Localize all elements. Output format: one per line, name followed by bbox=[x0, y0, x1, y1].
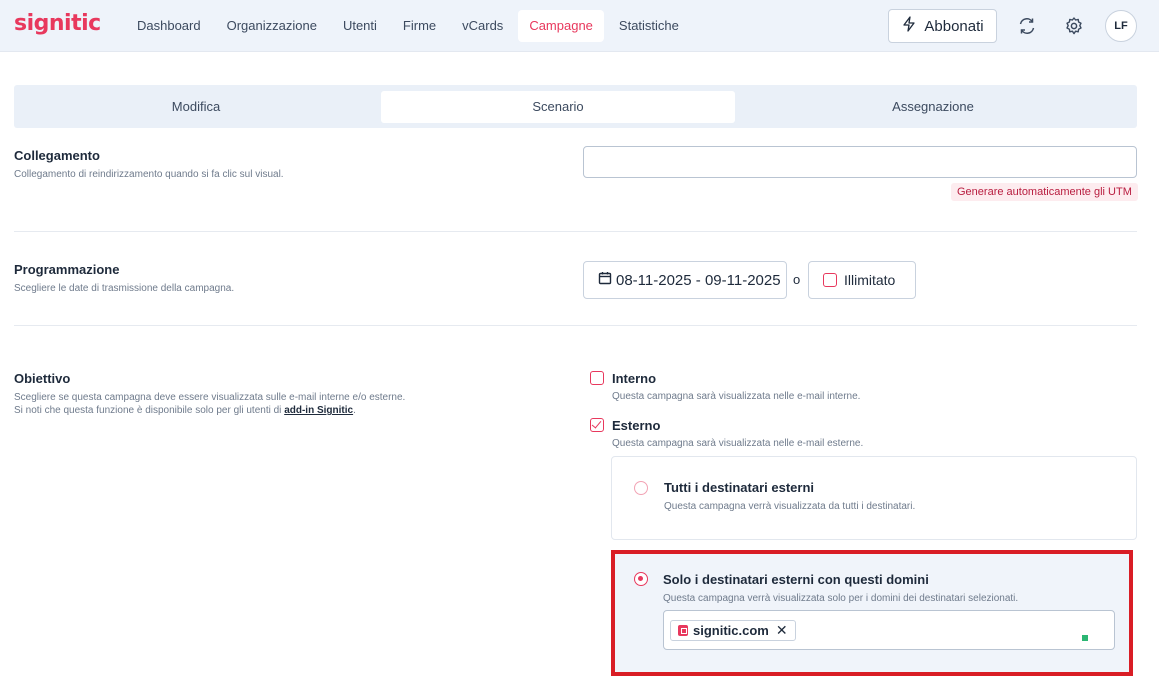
all-external-recipients-option[interactable]: Tutti i destinatari esterni Questa campa… bbox=[611, 456, 1137, 540]
section-divider bbox=[14, 325, 1137, 326]
objective-description-text: Si noti che questa funzione è disponibil… bbox=[14, 405, 285, 416]
schedule-section-description: Scegliere le date di trasmissione della … bbox=[14, 283, 235, 294]
objective-section-title: Obiettivo bbox=[14, 371, 71, 386]
campaign-tabs: Modifica Scenario Assegnazione bbox=[14, 85, 1137, 128]
section-divider bbox=[14, 231, 1137, 232]
domain-chip-label: signitic.com bbox=[693, 623, 769, 638]
gear-icon[interactable] bbox=[1061, 13, 1087, 39]
domain-restricted-recipients-option[interactable]: Solo i destinatari esterni con questi do… bbox=[611, 550, 1133, 676]
date-range-value: 08-11-2025 - 09-11-2025 bbox=[616, 271, 781, 289]
external-checkbox[interactable] bbox=[590, 418, 604, 432]
remove-domain-icon[interactable]: ✕ bbox=[776, 622, 788, 639]
add-in-signitic-link[interactable]: add-in Signitic bbox=[284, 405, 353, 416]
top-navigation-bar: signitic Dashboard Organizzazione Utenti… bbox=[0, 0, 1159, 52]
domain-restricted-recipients-title: Solo i destinatari esterni con questi do… bbox=[663, 572, 929, 587]
date-range-picker[interactable]: 08-11-2025 - 09-11-2025 bbox=[583, 261, 787, 299]
nav-item-vcards[interactable]: vCards bbox=[451, 10, 514, 42]
avatar[interactable]: LF bbox=[1105, 10, 1137, 42]
subscribe-label: Abbonati bbox=[924, 17, 984, 35]
refresh-icon[interactable] bbox=[1014, 13, 1040, 39]
domain-icon bbox=[678, 625, 688, 636]
status-indicator-icon bbox=[1082, 635, 1088, 641]
schedule-section-title: Programmazione bbox=[14, 262, 120, 277]
or-separator: o bbox=[793, 272, 801, 287]
unlimited-checkbox[interactable] bbox=[823, 273, 837, 287]
internal-description: Questa campagna sarà visualizzata nelle … bbox=[612, 391, 861, 402]
objective-description-line2: Si noti che questa funzione è disponibil… bbox=[14, 404, 405, 417]
all-external-recipients-radio[interactable] bbox=[634, 481, 648, 495]
all-external-recipients-title: Tutti i destinatari esterni bbox=[664, 480, 815, 495]
internal-label[interactable]: Interno bbox=[612, 371, 656, 386]
subscribe-button[interactable]: Abbonati bbox=[888, 9, 997, 43]
external-description: Questa campagna sarà visualizzata nelle … bbox=[612, 438, 864, 449]
link-url-input[interactable] bbox=[583, 146, 1137, 178]
calendar-icon bbox=[598, 271, 612, 289]
tab-modifica[interactable]: Modifica bbox=[14, 91, 378, 123]
tab-scenario[interactable]: Scenario bbox=[381, 91, 735, 123]
unlimited-label: Illimitato bbox=[844, 272, 896, 288]
nav-item-firme[interactable]: Firme bbox=[392, 10, 447, 42]
internal-checkbox[interactable] bbox=[590, 371, 604, 385]
domain-chip: signitic.com ✕ bbox=[670, 620, 796, 641]
domain-restricted-recipients-description: Questa campagna verrà visualizzata solo … bbox=[663, 593, 1019, 604]
generate-utm-button[interactable]: Generare automaticamente gli UTM bbox=[951, 183, 1138, 201]
all-external-recipients-description: Questa campagna verrà visualizzata da tu… bbox=[664, 501, 916, 512]
external-label[interactable]: Esterno bbox=[612, 418, 660, 433]
unlimited-toggle[interactable]: Illimitato bbox=[808, 261, 916, 299]
main-nav: Dashboard Organizzazione Utenti Firme vC… bbox=[126, 10, 694, 42]
signitic-logo[interactable]: signitic bbox=[14, 11, 101, 36]
domain-tags-input[interactable]: signitic.com ✕ bbox=[663, 610, 1115, 650]
nav-item-statistiche[interactable]: Statistiche bbox=[608, 10, 690, 42]
link-section-title: Collegamento bbox=[14, 148, 100, 163]
nav-item-campagne[interactable]: Campagne bbox=[518, 10, 604, 42]
objective-section-description: Scegliere se questa campagna deve essere… bbox=[14, 391, 405, 417]
objective-description-line1: Scegliere se questa campagna deve essere… bbox=[14, 392, 406, 403]
nav-item-organizzazione[interactable]: Organizzazione bbox=[216, 10, 328, 42]
tab-assegnazione[interactable]: Assegnazione bbox=[738, 91, 1128, 123]
nav-item-utenti[interactable]: Utenti bbox=[332, 10, 388, 42]
link-section-description: Collegamento di reindirizzamento quando … bbox=[14, 169, 284, 180]
objective-description-suffix: . bbox=[353, 405, 356, 416]
nav-item-dashboard[interactable]: Dashboard bbox=[126, 10, 212, 42]
lightning-icon bbox=[901, 16, 917, 36]
domain-restricted-recipients-radio[interactable] bbox=[634, 572, 648, 586]
